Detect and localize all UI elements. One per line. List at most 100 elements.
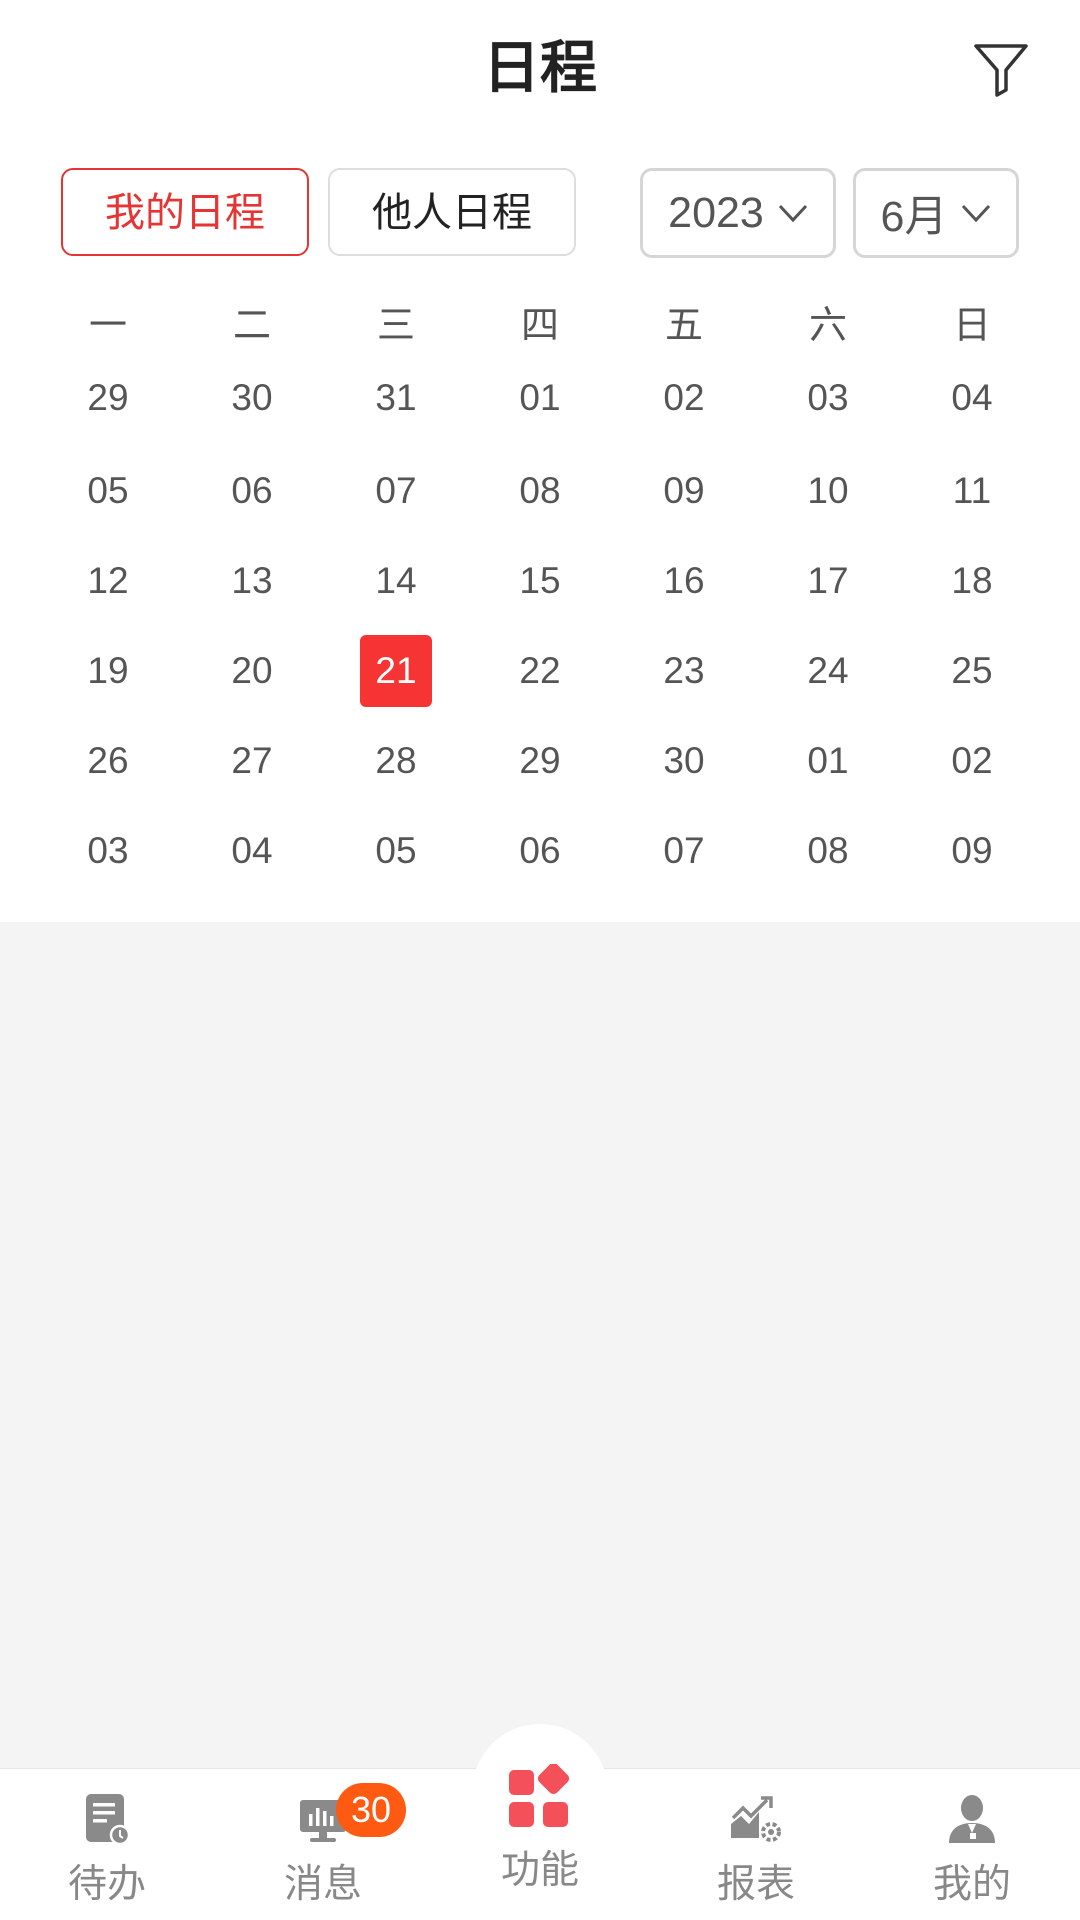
tab-profile[interactable]: 我的: [897, 1790, 1047, 1920]
calendar-week: 29 30 31 01 02 03 04: [36, 362, 1044, 434]
day-number: 08: [807, 830, 849, 871]
day-number: 26: [87, 740, 129, 781]
day-number: 05: [375, 830, 417, 871]
others-schedule-tab[interactable]: 他人日程: [328, 168, 576, 256]
tab-label: 待办: [67, 1863, 146, 1906]
schedule-page: 日程 我的日程 他人日程 2023 6月 一 二 三 四 五 六 日 29 30…: [0, 0, 1080, 1920]
tab-label: 我的: [932, 1863, 1011, 1906]
day-number: 29: [87, 377, 129, 418]
day-number: 15: [519, 560, 561, 601]
tab-label: 消息: [283, 1863, 362, 1906]
weekday-label: 二: [232, 305, 271, 347]
page-title: 日程: [483, 36, 597, 100]
day-number: 07: [663, 830, 705, 871]
calendar-day[interactable]: 11: [900, 455, 1044, 527]
profile-icon: [949, 1795, 995, 1843]
day-number: 06: [231, 470, 273, 511]
calendar-day[interactable]: 06: [180, 455, 324, 527]
weekday-label: 四: [520, 305, 559, 347]
tab-label: 报表: [716, 1863, 795, 1906]
calendar-day[interactable]: 05: [324, 815, 468, 887]
month-select[interactable]: 6月: [853, 168, 1019, 258]
calendar-week: 05 06 07 08 09 10 11: [36, 455, 1044, 527]
weekday-label: 五: [664, 305, 703, 347]
calendar-day[interactable]: 03: [756, 362, 900, 434]
day-number: 24: [807, 650, 849, 691]
report-icon: [731, 1796, 781, 1842]
calendar-day[interactable]: 23: [612, 635, 756, 707]
calendar-day[interactable]: 14: [324, 545, 468, 617]
tab-todo[interactable]: 待办: [32, 1790, 182, 1920]
calendar-day-selected[interactable]: 21: [324, 635, 468, 707]
calendar-day[interactable]: 25: [900, 635, 1044, 707]
calendar-day[interactable]: 08: [468, 455, 612, 527]
calendar-day[interactable]: 09: [612, 455, 756, 527]
calendar-day[interactable]: 30: [612, 725, 756, 797]
calendar-day[interactable]: 01: [468, 362, 612, 434]
filter-button[interactable]: [968, 36, 1034, 102]
calendar-day[interactable]: 02: [900, 725, 1044, 797]
calendar-day[interactable]: 04: [900, 362, 1044, 434]
day-number: 09: [951, 830, 993, 871]
filter-icon: [974, 44, 1028, 97]
calendar-day[interactable]: 31: [324, 362, 468, 434]
calendar-day[interactable]: 15: [468, 545, 612, 617]
calendar-day[interactable]: 17: [756, 545, 900, 617]
calendar-day[interactable]: 04: [180, 815, 324, 887]
calendar-day[interactable]: 19: [36, 635, 180, 707]
calendar-day[interactable]: 13: [180, 545, 324, 617]
calendar-day[interactable]: 08: [756, 815, 900, 887]
chevron-down-icon: [778, 204, 807, 223]
calendar-day[interactable]: 10: [756, 455, 900, 527]
day-number: 31: [375, 377, 417, 418]
weekday-label: 六: [808, 305, 847, 347]
calendar-day[interactable]: 16: [612, 545, 756, 617]
day-number: 02: [951, 740, 993, 781]
calendar-day[interactable]: 27: [180, 725, 324, 797]
calendar-day[interactable]: 07: [612, 815, 756, 887]
chevron-down-icon: [962, 204, 991, 223]
calendar-day[interactable]: 29: [36, 362, 180, 434]
day-number: 03: [87, 830, 129, 871]
calendar-day[interactable]: 12: [36, 545, 180, 617]
weekday-label: 三: [376, 305, 415, 347]
tab-functions[interactable]: 功能: [465, 1764, 615, 1920]
weekday-label: 日: [952, 305, 991, 347]
day-number: 21: [360, 635, 432, 707]
day-number: 06: [519, 830, 561, 871]
calendar-day[interactable]: 26: [36, 725, 180, 797]
day-number: 28: [375, 740, 417, 781]
calendar-day[interactable]: 24: [756, 635, 900, 707]
day-number: 01: [519, 377, 561, 418]
day-number: 02: [663, 377, 705, 418]
day-number: 18: [951, 560, 993, 601]
day-number: 30: [231, 377, 273, 418]
calendar-day[interactable]: 07: [324, 455, 468, 527]
day-number: 16: [663, 560, 705, 601]
my-schedule-tab[interactable]: 我的日程: [61, 168, 309, 256]
calendar-day[interactable]: 29: [468, 725, 612, 797]
day-number: 04: [951, 377, 993, 418]
day-number: 22: [519, 650, 561, 691]
calendar-day[interactable]: 05: [36, 455, 180, 527]
calendar-week: 03 04 05 06 07 08 09: [36, 815, 1044, 887]
calendar-day[interactable]: 28: [324, 725, 468, 797]
calendar-week: 12 13 14 15 16 17 18: [36, 545, 1044, 617]
calendar-week: 19 20 21 22 23 24 25: [36, 635, 1044, 707]
weekday-label: 一: [88, 305, 127, 347]
calendar-day[interactable]: 30: [180, 362, 324, 434]
calendar-day[interactable]: 18: [900, 545, 1044, 617]
calendar-day[interactable]: 22: [468, 635, 612, 707]
day-number: 29: [519, 740, 561, 781]
calendar-day[interactable]: 02: [612, 362, 756, 434]
day-number: 10: [807, 470, 849, 511]
year-select[interactable]: 2023: [640, 168, 836, 258]
day-number: 17: [807, 560, 849, 601]
calendar-day[interactable]: 03: [36, 815, 180, 887]
calendar-day[interactable]: 01: [756, 725, 900, 797]
calendar-day[interactable]: 20: [180, 635, 324, 707]
calendar-day[interactable]: 06: [468, 815, 612, 887]
day-number: 08: [519, 470, 561, 511]
tab-reports[interactable]: 报表: [681, 1790, 831, 1920]
calendar-day[interactable]: 09: [900, 815, 1044, 887]
